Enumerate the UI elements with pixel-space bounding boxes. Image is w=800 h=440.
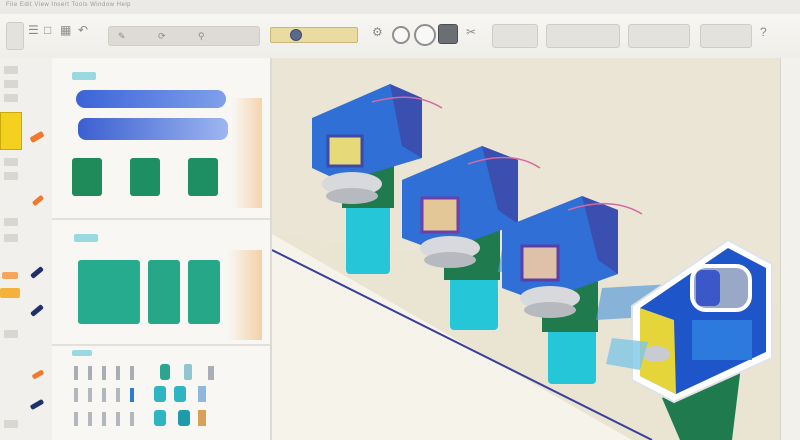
fastener-thumbnail[interactable]: [116, 388, 120, 402]
fastener-thumbnail[interactable]: [178, 410, 190, 426]
strip-item-fillet[interactable]: [4, 158, 18, 166]
fastener-thumbnail[interactable]: [174, 386, 186, 402]
cut-icon[interactable]: ✂: [466, 26, 476, 38]
fastener-thumbnail[interactable]: [88, 388, 92, 402]
part-thumbnail[interactable]: [188, 158, 218, 196]
fastener-thumbnail[interactable]: [184, 364, 192, 380]
properties-button[interactable]: [492, 24, 538, 48]
fastener-thumbnail[interactable]: [88, 412, 92, 426]
fastener-thumbnail[interactable]: [74, 388, 78, 402]
orange-accent-icon: [228, 250, 262, 340]
viewport-right-edge: [780, 58, 800, 440]
rotate-icon[interactable]: ⟳: [158, 30, 166, 42]
fastener-thumbnail[interactable]: [130, 366, 134, 380]
strip-item-arc[interactable]: [4, 94, 18, 102]
strip-item-measure[interactable]: [4, 420, 18, 428]
strip-item-mirror[interactable]: [4, 234, 18, 242]
strip-item-select[interactable]: [4, 66, 18, 74]
simulation-button[interactable]: [628, 24, 690, 48]
fastener-thumbnail[interactable]: [74, 366, 78, 380]
fastener-thumbnail[interactable]: [102, 388, 106, 402]
strip-item-chamfer[interactable]: [4, 172, 18, 180]
component-thumbnail[interactable]: [148, 260, 180, 324]
fastener-thumbnail[interactable]: [198, 410, 206, 426]
title-bar: File Edit View Insert Tools Window Help: [0, 0, 800, 15]
section-header-component-library[interactable]: [74, 234, 98, 242]
fastener-thumbnail[interactable]: [130, 412, 134, 426]
component-thumbnail[interactable]: [188, 260, 220, 324]
file-button[interactable]: [6, 22, 24, 50]
section-divider: [52, 218, 270, 220]
fastener-thumbnail[interactable]: [154, 386, 166, 402]
conveyor-model[interactable]: [272, 58, 800, 440]
navy-marker-icon: [29, 398, 45, 411]
part-thumbnail[interactable]: [76, 90, 226, 108]
undo-icon[interactable]: ↶: [78, 24, 88, 36]
orange-marker-icon: [29, 130, 45, 144]
component-panel: [52, 58, 272, 440]
section-header-fastener-library[interactable]: [72, 350, 92, 356]
window-title: File Edit View Insert Tools Window Help: [6, 2, 131, 8]
orange-marker-icon: [31, 369, 45, 380]
highlight-tool-icon[interactable]: [0, 112, 22, 150]
orange-marker-icon: [31, 194, 45, 207]
tool-strip: [0, 58, 53, 440]
component-thumbnail[interactable]: [78, 260, 140, 324]
fastener-thumbnail[interactable]: [116, 412, 120, 426]
strip-item-pattern[interactable]: [4, 218, 18, 226]
measure-icon[interactable]: ✎: [118, 30, 126, 42]
strip-item-line[interactable]: [4, 80, 18, 88]
render-button[interactable]: [546, 24, 620, 48]
section-header-part-library[interactable]: [72, 72, 96, 80]
pan-button[interactable]: [414, 24, 436, 46]
orange-accent-icon: [232, 98, 262, 208]
model-viewport[interactable]: [272, 58, 800, 440]
fastener-thumbnail[interactable]: [102, 366, 106, 380]
part-thumbnail[interactable]: [72, 158, 102, 196]
orange-marker-icon: [0, 288, 20, 298]
open-icon[interactable]: □: [44, 24, 51, 36]
fastener-thumbnail[interactable]: [116, 366, 120, 380]
fastener-thumbnail[interactable]: [130, 388, 134, 402]
orbit-button[interactable]: [392, 26, 410, 44]
fastener-thumbnail[interactable]: [160, 364, 170, 380]
layout-button[interactable]: [700, 24, 752, 48]
view-cube-button[interactable]: [438, 24, 458, 44]
fastener-thumbnail[interactable]: [208, 366, 214, 380]
fastener-thumbnail[interactable]: [198, 386, 206, 402]
file-icon[interactable]: ☰: [28, 24, 39, 36]
save-icon[interactable]: ▦: [60, 24, 71, 36]
part-thumbnail[interactable]: [78, 118, 228, 140]
fastener-thumbnail[interactable]: [102, 412, 106, 426]
fastener-thumbnail[interactable]: [88, 366, 92, 380]
main-toolbar: ☰ □ ▦ ↶ ✎ ⟳ ⚲ ⚙ ✂ ?: [0, 14, 800, 59]
orange-marker-icon: [2, 272, 18, 279]
view-group-button[interactable]: [108, 26, 260, 46]
search-input[interactable]: [270, 27, 358, 43]
navy-marker-icon: [30, 304, 44, 317]
display-button[interactable]: [290, 29, 302, 41]
settings-icon[interactable]: ⚙: [372, 26, 383, 38]
help-icon[interactable]: ?: [760, 26, 767, 38]
fastener-thumbnail[interactable]: [154, 410, 166, 426]
zoom-icon[interactable]: ⚲: [198, 30, 205, 42]
fastener-grid: [74, 360, 234, 430]
part-thumbnail[interactable]: [130, 158, 160, 196]
section-divider: [52, 344, 270, 346]
fastener-thumbnail[interactable]: [74, 412, 78, 426]
strip-item-section[interactable]: [4, 330, 18, 338]
navy-marker-icon: [30, 266, 44, 279]
